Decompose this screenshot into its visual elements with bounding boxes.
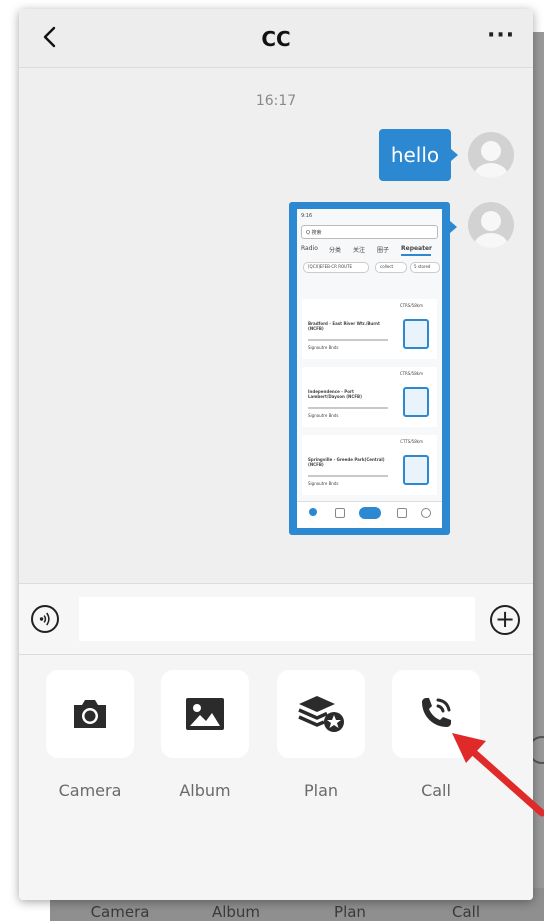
thumb-tab-category: 分类	[329, 247, 342, 254]
plan-label: Plan	[303, 781, 339, 800]
thumb-tab-underline	[401, 254, 431, 256]
plus-icon[interactable]: +	[490, 605, 520, 635]
bubble-tail	[451, 149, 458, 161]
avatar[interactable]	[468, 132, 514, 178]
thumb-card-name: Independence - Port Lambert/Dayson (NCFB…	[308, 389, 362, 399]
thumb-nav-center-button	[359, 507, 381, 519]
thumb-nav-icon	[335, 508, 345, 518]
message-list[interactable]	[19, 68, 533, 581]
thumb-search-box: Q 搜索	[301, 225, 438, 239]
chat-title: CC	[261, 27, 291, 51]
thumb-card: CTRS/58km Independence - Port Lambert/Da…	[302, 367, 437, 427]
screenshot-thumbnail: 9:16 Q 搜索 Radio 分类 关注 圈子 Repeater [QCX]E…	[297, 209, 442, 528]
image-bubble-tail	[450, 221, 457, 233]
thumb-card-sub: Signoutre Bnds	[308, 481, 339, 486]
thumb-status-time: 9:16	[301, 213, 313, 219]
thumb-tab-radio: Radio	[301, 245, 318, 252]
thumb-tab-repeater: Repeater	[401, 245, 432, 252]
chat-header: CC ···	[19, 9, 533, 68]
thumb-nav-icon	[397, 508, 407, 518]
thumb-card-sub: Signoutre Bnds	[308, 345, 339, 350]
thumb-bottom-nav	[297, 501, 442, 528]
thumb-card: CTTS/58km Springville - Greede Park(Cent…	[302, 435, 437, 495]
thumb-nav-icon	[421, 508, 431, 518]
message-input[interactable]	[79, 597, 475, 641]
album-label: Album	[179, 781, 231, 800]
thumb-card-meta: CTRS/58km	[399, 303, 423, 308]
camera-button[interactable]	[46, 670, 134, 758]
thumb-card-meta: CTRS/58km	[399, 371, 423, 376]
thumb-chip-text: 5 stored	[414, 264, 431, 269]
camera-icon	[74, 700, 106, 728]
thumb-card: CTRS/58km Bradford - East River Wtr./Bur…	[302, 299, 437, 359]
background-label-call: Call	[451, 903, 480, 921]
plan-button[interactable]	[277, 670, 365, 758]
layers-star-icon	[298, 696, 344, 732]
pdf-file-icon	[403, 387, 429, 417]
thumb-card-name: Springville - Greede Park(Central) (NCFB…	[308, 457, 385, 467]
message-bubble[interactable]: hello	[379, 129, 451, 181]
message-timestamp: 16:17	[255, 93, 297, 109]
background-label-camera: Camera	[90, 903, 150, 921]
thumb-tab-circle: 圈子	[377, 247, 390, 254]
pdf-file-icon	[403, 455, 429, 485]
background-label-plan: Plan	[334, 903, 366, 921]
thumb-chip: collect	[375, 262, 407, 273]
pdf-file-icon	[403, 319, 429, 349]
thumb-card-sub: Signoutre Bnds	[308, 413, 339, 418]
thumb-card-meta: CTTS/58km	[400, 439, 423, 444]
thumb-chip: 5 stored	[410, 262, 440, 273]
image-message[interactable]: 9:16 Q 搜索 Radio 分类 关注 圈子 Repeater [QCX]E…	[289, 202, 450, 535]
image-icon	[186, 698, 224, 730]
thumb-chip-text: collect	[380, 264, 394, 269]
thumb-chip: [QCX]EFEB-CR ROUTE	[303, 262, 369, 273]
camera-label: Camera	[58, 781, 122, 800]
input-bar: +	[19, 583, 533, 655]
red-arrow-annotation	[452, 733, 544, 817]
more-options-icon[interactable]: ···	[487, 23, 515, 48]
album-button[interactable]	[161, 670, 249, 758]
thumb-nav-home-icon	[309, 508, 317, 516]
avatar[interactable]	[468, 202, 514, 248]
thumb-search-text: Q 搜索	[306, 230, 322, 236]
thumb-card-name: Bradford - East River Wtr./Burnt (NCFB)	[308, 321, 380, 331]
voice-input-icon[interactable]	[31, 605, 59, 633]
thumb-tab-follow: 关注	[353, 247, 366, 254]
thumb-chip-text: [QCX]EFEB-CR ROUTE	[308, 264, 353, 269]
background-label-album: Album	[211, 903, 261, 921]
